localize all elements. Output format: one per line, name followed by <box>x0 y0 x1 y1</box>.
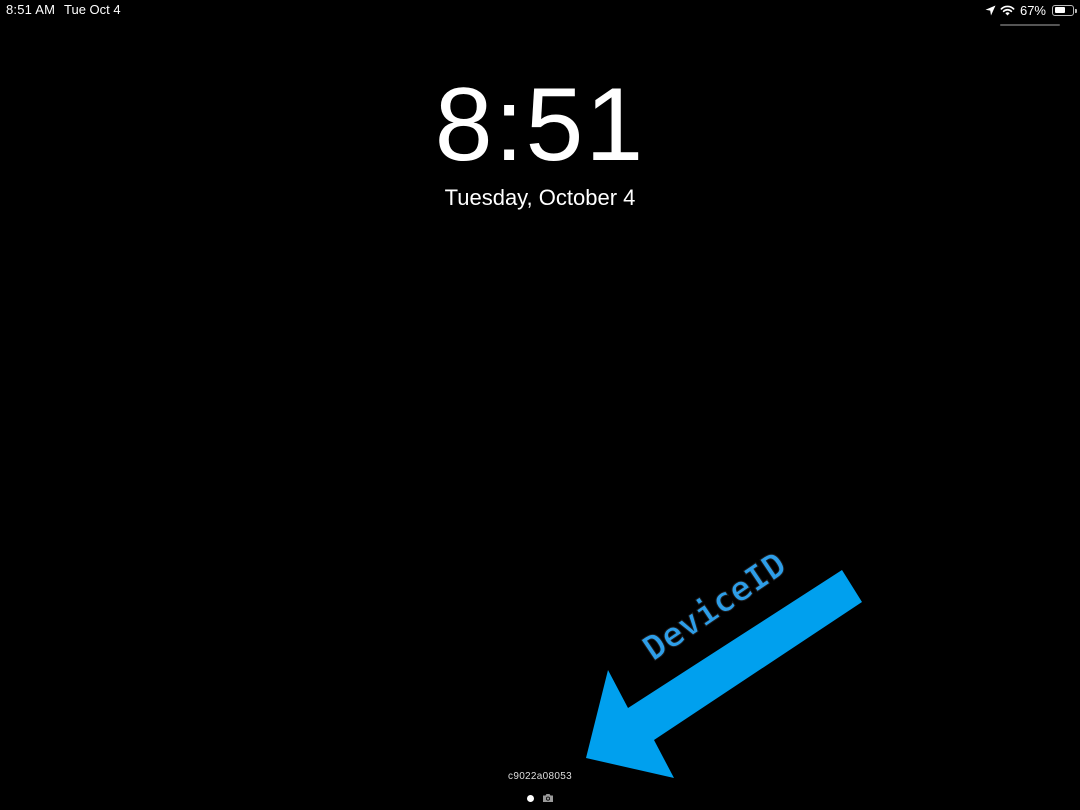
wifi-icon <box>1000 5 1015 15</box>
device-id: c9022a08053 <box>508 771 572 782</box>
lock-clock: 8:51 <box>434 67 646 183</box>
battery-percent: 67% <box>1019 2 1046 18</box>
annotation-label: DeviceID <box>636 545 794 670</box>
status-indicators: 67% <box>985 1 1077 19</box>
annotation-arrow <box>586 570 862 778</box>
control-center-grabber[interactable] <box>1000 24 1060 26</box>
battery-icon <box>1052 4 1077 16</box>
page-dot-home[interactable] <box>526 794 534 802</box>
status-bar: 8:51 AM Tue Oct 4 67% <box>0 0 1080 22</box>
lock-screen[interactable]: 8:51 AM Tue Oct 4 67% 8:51 Tuesday, Octo… <box>0 0 1080 810</box>
camera-icon[interactable] <box>542 793 554 803</box>
page-indicators[interactable] <box>0 793 1080 803</box>
battery-cap <box>1075 8 1077 13</box>
location-icon <box>985 5 996 15</box>
status-time: 8:51 AM <box>6 2 56 17</box>
lock-date: Tuesday, October 4 <box>444 185 636 210</box>
battery-fill <box>1054 7 1066 13</box>
status-date: Tue Oct 4 <box>64 2 121 17</box>
